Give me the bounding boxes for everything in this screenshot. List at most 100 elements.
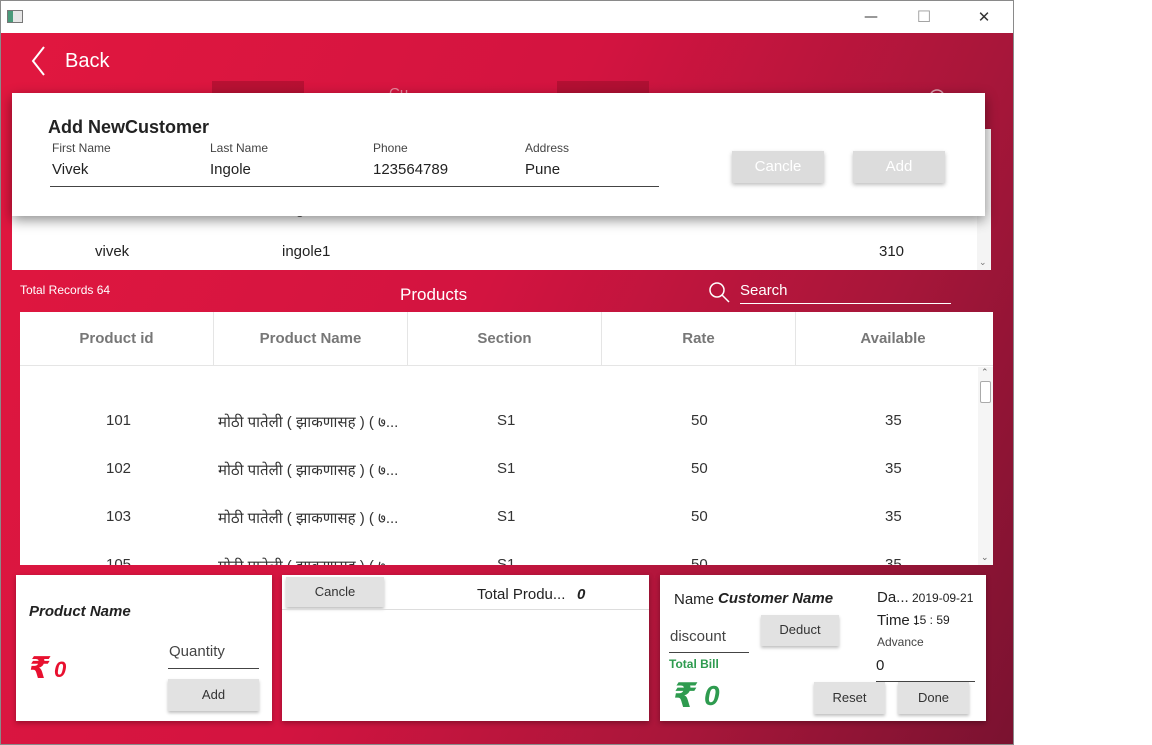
address-label: Address [525,141,570,155]
minimize-button[interactable]: — [848,1,894,33]
chevron-left-icon [31,46,45,76]
close-button[interactable]: ✕ [961,1,1007,33]
chevron-down-icon[interactable]: ⌄ [981,552,989,563]
product-id: 103 [106,508,132,525]
product-id: 102 [106,460,132,477]
chevron-down-icon[interactable]: ⌄ [979,257,987,268]
total-records: Total Records 64 [20,283,111,297]
add-customer-button[interactable]: Add [853,151,945,183]
customer-name-value: Customer Name [718,590,834,607]
product-rate: 50 [691,460,708,477]
advance-input[interactable]: 0 [876,657,884,674]
product-available: 35 [885,412,902,429]
main-content: Back Cu g vivek ingole1 310 ⌄ Add NewCus… [1,33,1013,744]
product-search[interactable] [707,278,951,306]
product-available: 35 [885,508,902,525]
product-name: मोठी पातेली ( झाकणासह ) ( ७... [218,414,399,431]
add-customer-dialog: Add NewCustomer First Name Vivek Last Na… [12,93,985,216]
total-products-value: 0 [577,586,586,603]
rupee-icon: ₹ [29,652,50,685]
cart-divider [282,609,649,610]
bill-panel: Name Customer Name discount Deduct Total… [660,575,986,721]
time-value: 15 : 59 [913,613,950,627]
address-field[interactable]: Address Pune [525,141,569,178]
last-name-value[interactable]: Ingole [210,161,268,178]
search-icon [709,282,730,303]
product-id: 105 [106,556,132,565]
products-table: Product id Product Name Section Rate Ava… [20,312,993,565]
fields-underline [50,186,659,187]
customer-first-name: vivek [95,243,130,260]
search-input[interactable] [740,278,951,304]
column-header-rate[interactable]: Rate [602,312,796,365]
product-rate: 50 [691,508,708,525]
table-row[interactable]: 105 मोठी पातेली ( झाकणासह ) ( ७... S1 50… [20,542,978,565]
quantity-input[interactable]: Quantity [169,643,225,660]
products-table-header: Product id Product Name Section Rate Ava… [20,312,993,366]
first-name-field[interactable]: First Name Vivek [52,141,111,178]
first-name-label: First Name [52,141,111,155]
product-id: 101 [106,412,132,429]
total-products-label: Total Produ... [477,586,566,603]
phone-label: Phone [373,141,408,155]
rupee-icon: ₹ [673,677,697,715]
first-name-value[interactable]: Vivek [52,161,111,178]
customer-name-label: Name [674,591,715,608]
product-price: 0 [54,657,67,682]
phone-field[interactable]: Phone 123564789 [373,141,448,178]
deduct-button[interactable]: Deduct [761,615,839,646]
table-row[interactable]: 102 मोठी पातेली ( झाकणासह ) ( ७... S1 50… [20,446,978,494]
customer-last-name: ingole1 [282,243,331,260]
product-section: S1 [497,508,516,525]
date-value: 2019-09-21 [912,591,974,605]
product-section: S1 [497,556,516,565]
products-scrollbar[interactable]: ⌃ ⌄ [978,367,993,565]
table-row[interactable]: 103 मोठी पातेली ( झाकणासह ) ( ७... S1 50… [20,494,978,542]
done-button[interactable]: Done [898,682,969,714]
app-window: — ☐ ✕ Back Cu g vivek ingole1 310 ⌄ Add … [0,0,1014,745]
title-bar: — ☐ ✕ [1,1,1013,33]
total-bill-label: Total Bill [669,657,719,671]
back-label: Back [65,49,110,72]
advance-label: Advance [877,635,924,649]
product-available: 35 [885,556,902,565]
table-row[interactable]: 101 मोठी पातेली ( झाकणासह ) ( ७... S1 50… [20,398,978,446]
app-icon [7,10,23,23]
product-name: मोठी पातेली ( झाकणासह ) ( ७... [218,462,399,479]
discount-underline [669,652,749,653]
discount-input[interactable]: discount [670,628,726,645]
dialog-title: Add NewCustomer [48,117,210,137]
cart-cancel-button[interactable]: Cancle [286,577,384,607]
customer-value: 310 [879,243,905,260]
phone-value[interactable]: 123564789 [373,161,448,178]
time-label: Time : [877,612,919,629]
product-panel: Product Name ₹ 0 Quantity Add [16,575,272,721]
product-section: S1 [497,460,516,477]
selected-product-name: Product Name [29,603,131,620]
column-header-product-id[interactable]: Product id [20,312,214,365]
add-product-button[interactable]: Add [168,679,259,711]
product-rate: 50 [691,412,708,429]
scrollbar-thumb[interactable] [980,381,991,403]
quantity-underline [168,668,259,669]
column-header-available[interactable]: Available [796,312,990,365]
cart-panel: Cancle Total Produ... 0 [282,575,649,721]
cancel-button[interactable]: Cancle [732,151,824,183]
back-button[interactable]: Back [29,43,109,79]
chevron-up-icon[interactable]: ⌃ [981,367,989,378]
reset-button[interactable]: Reset [814,682,885,714]
total-bill-value: 0 [704,680,720,711]
product-name: मोठी पातेली ( झाकणासह ) ( ७... [218,510,399,527]
column-header-product-name[interactable]: Product Name [214,312,408,365]
last-name-label: Last Name [210,141,269,155]
products-title: Products [400,285,468,304]
product-available: 35 [885,460,902,477]
table-row[interactable]: vivek ingole1 310 [12,239,977,267]
product-rate: 50 [691,556,708,565]
column-header-section[interactable]: Section [408,312,602,365]
maximize-button[interactable]: ☐ [901,1,947,33]
product-section: S1 [497,412,516,429]
address-value[interactable]: Pune [525,161,569,178]
product-name: मोठी पातेली ( झाकणासह ) ( ७... [218,556,398,565]
last-name-field[interactable]: Last Name Ingole [210,141,268,178]
